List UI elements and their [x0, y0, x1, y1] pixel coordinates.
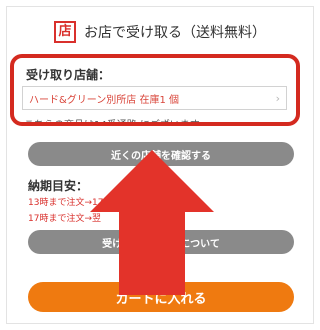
store-label: 受け取り店舗：: [26, 68, 111, 82]
delivery-title: 納期目安：: [28, 179, 89, 193]
pickup-title: お店で受け取る（送料無料）: [84, 25, 266, 41]
store-select[interactable]: ハード&グリーン別所店 在庫1 個 ›: [22, 86, 287, 110]
store-icon: 店: [54, 21, 76, 43]
chevron-right-icon: ›: [275, 91, 280, 105]
arrow-shape: [90, 150, 214, 295]
up-arrow-icon: [90, 150, 214, 295]
store-highlight-box: 受け取り店舗： ハード&グリーン別所店 在庫1 個 › こちらの商品は14番通路…: [10, 54, 300, 126]
pickup-header: 店 お店で受け取る（送料無料）: [7, 15, 313, 49]
selected-store-text: ハード&グリーン別所店 在庫1 個: [29, 94, 180, 106]
aisle-note: こちらの商品は14番通路 にございます: [24, 120, 200, 126]
